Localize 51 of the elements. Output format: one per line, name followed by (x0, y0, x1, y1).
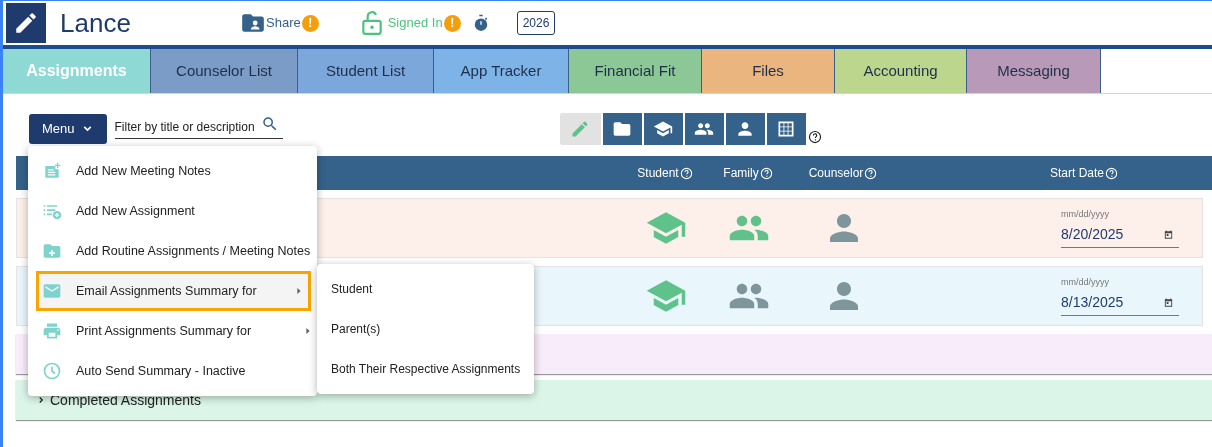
help-icon (759, 166, 773, 180)
calendar-icon (1163, 228, 1174, 240)
column-header: Family (723, 165, 759, 182)
view-button[interactable] (641, 113, 683, 145)
nav-tab[interactable]: Files (702, 49, 835, 93)
nav-tab[interactable]: Messaging (967, 49, 1101, 93)
nav-tab[interactable]: Accounting (835, 49, 967, 93)
nav-tab[interactable]: Financial Fit (569, 49, 702, 93)
column-header: Student (637, 165, 679, 182)
menu-item[interactable]: Add New Assignment (28, 191, 317, 231)
group-label: Completed Assignments (50, 390, 201, 410)
calendar-icon (1163, 296, 1174, 308)
menu-item[interactable]: Email Assignments Summary for (36, 271, 311, 311)
view-button[interactable] (682, 113, 724, 145)
clock-icon (42, 361, 62, 381)
submenu-item[interactable]: Student (317, 269, 534, 309)
menu-item[interactable]: Add New Meeting Notes (28, 151, 317, 191)
view-button[interactable] (764, 113, 806, 145)
note-plus-icon (42, 161, 62, 181)
submenu-item[interactable]: Parent(s) (317, 309, 534, 349)
help-icon (864, 166, 878, 180)
menu-item[interactable]: Print Assignments Summary for (28, 311, 317, 351)
printer-icon (42, 321, 62, 341)
mail-icon (42, 281, 62, 301)
alert-badge: ! (443, 14, 461, 32)
column-header: Counselor (808, 165, 864, 182)
menu-button[interactable]: Menu (29, 113, 107, 144)
nav-tab[interactable]: Counselor List (151, 49, 298, 93)
date-field[interactable]: mm/dd/yyyy 8/13/2025 (1061, 276, 1179, 316)
alert-badge: ! (301, 14, 319, 32)
folder-plus-icon (42, 241, 62, 261)
folder-icon (612, 119, 633, 139)
grid-icon (776, 119, 797, 139)
graduation-cap-icon (653, 119, 674, 139)
nav-tab[interactable]: App Tracker (434, 49, 569, 93)
share-link[interactable]: Share (240, 10, 301, 36)
filter-field[interactable]: Filter by title or description (114, 115, 283, 139)
year-button[interactable]: 2026 (516, 11, 556, 35)
nav-tab[interactable]: Student List (298, 49, 434, 93)
menu-item[interactable]: Add Routine Assignments / Meeting Notes (28, 231, 317, 271)
view-button[interactable] (600, 113, 642, 145)
app-title: Lance (60, 6, 132, 40)
search-icon (260, 114, 279, 133)
column-header: Start Date (1050, 165, 1105, 182)
help-icon (1105, 166, 1119, 180)
pencil-icon (13, 10, 39, 36)
logo-tile[interactable] (6, 3, 46, 43)
help-icon (679, 166, 693, 180)
help-icon (807, 130, 822, 144)
view-button[interactable] (723, 113, 765, 145)
date-field[interactable]: mm/dd/yyyy 8/20/2025 (1061, 208, 1179, 248)
